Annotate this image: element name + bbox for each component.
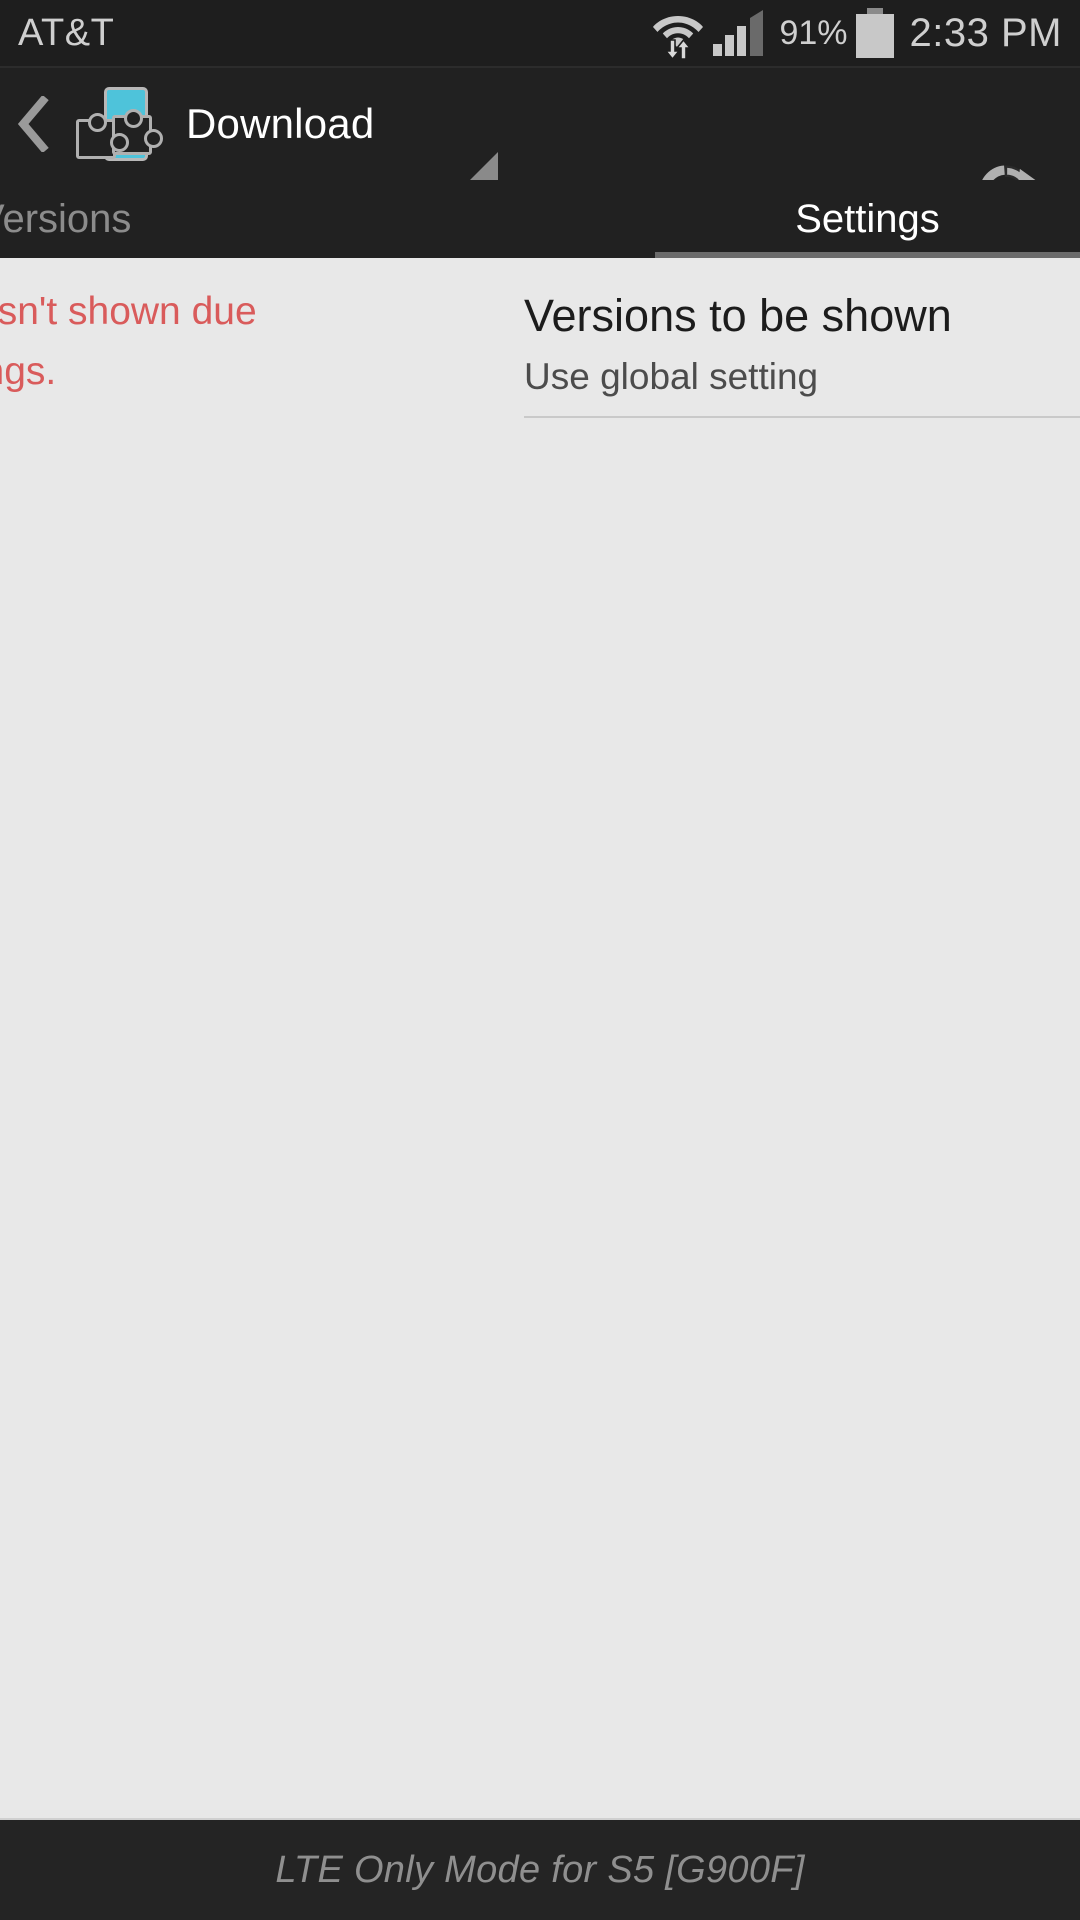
page-title: Download	[186, 100, 375, 147]
action-bar: Download	[0, 68, 1080, 219]
status-bar: AT&T 91% 2:33 PM	[0, 0, 1080, 66]
cellular-signal-icon	[713, 10, 765, 56]
versions-pane: ever it isn't shown due ic settings.	[0, 258, 524, 1820]
wifi-with-transfer-arrows-icon	[651, 7, 705, 61]
battery-percent-label: 91%	[779, 14, 848, 52]
xposed-puzzle-phone-icon[interactable]	[72, 85, 163, 163]
status-icons: 91% 2:33 PM	[651, 0, 1062, 66]
tab-bar: Versions Settings	[0, 180, 1080, 258]
tab-settings-label: Settings	[795, 196, 940, 241]
warning-text-line-2: ic settings.	[0, 350, 57, 393]
tab-versions[interactable]: Versions	[0, 180, 131, 258]
phone-screen: AT&T 91% 2:33 PM Download ersions Settin…	[0, 0, 1080, 1920]
preference-divider	[524, 416, 1080, 418]
bottom-status-bar: LTE Only Mode for S5 [G900F]	[0, 1820, 1080, 1920]
carrier-label: AT&T	[18, 12, 115, 54]
preference-title: Versions to be shown	[524, 290, 952, 341]
content-area: ever it isn't shown due ic settings. Ver…	[0, 258, 1080, 1820]
back-chevron-icon[interactable]	[6, 68, 62, 180]
tab-versions-label: Versions	[0, 196, 132, 241]
bottom-status-label: LTE Only Mode for S5 [G900F]	[275, 1848, 805, 1891]
tab-settings[interactable]: Settings	[655, 180, 1080, 258]
clock-label: 2:33 PM	[909, 11, 1062, 55]
preference-summary: Use global setting	[524, 356, 819, 397]
battery-full-icon	[855, 8, 894, 58]
warning-text-line-1: ever it isn't shown due	[0, 290, 257, 333]
preference-versions-to-be-shown[interactable]: Versions to be shown Use global setting	[524, 284, 1080, 406]
settings-pane: Versions to be shown Use global setting	[524, 258, 1080, 1820]
